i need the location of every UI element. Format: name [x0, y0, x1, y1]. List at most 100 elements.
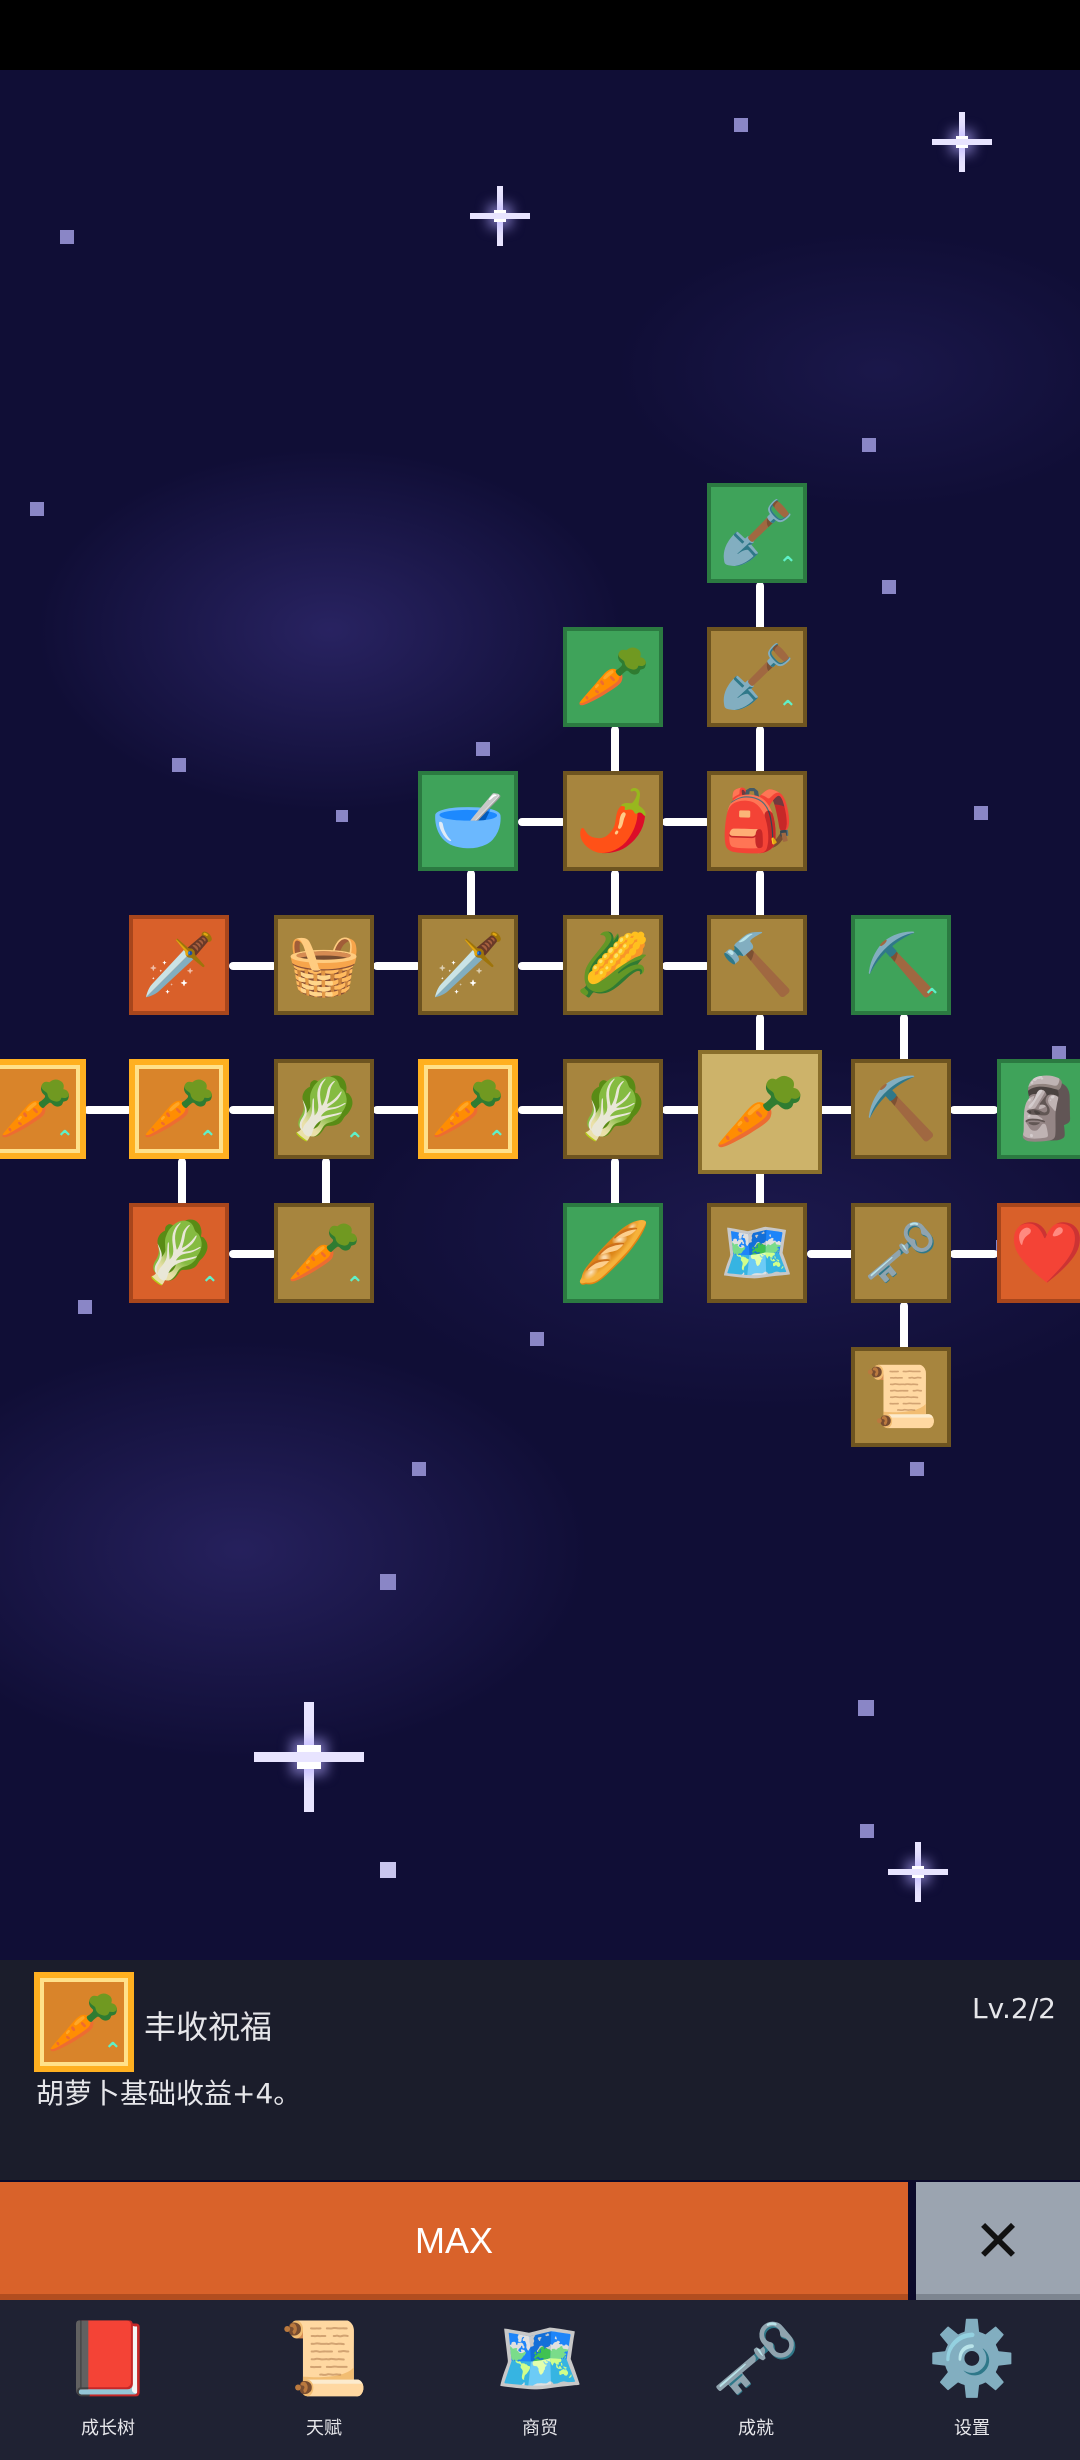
- skill-title: 丰收祝福: [144, 2008, 273, 2046]
- skill-node-sword[interactable]: 🗡️: [418, 915, 518, 1015]
- tree-link: [229, 1106, 277, 1114]
- upgrade-arrow-icon: ⌃: [487, 1127, 506, 1152]
- skill-node-shovel-2[interactable]: 🪏 ⌃: [707, 627, 807, 727]
- map-icon: 🗺️: [495, 2316, 585, 2400]
- nav-item-talent[interactable]: 📜 天赋: [216, 2300, 432, 2460]
- star: [30, 502, 44, 516]
- skill-node-sword-red[interactable]: 🗡️: [129, 915, 229, 1015]
- star: [910, 1462, 924, 1476]
- skill-level: Lv.2/2: [972, 1992, 1056, 2025]
- skill-node-radish[interactable]: 🥕: [563, 627, 663, 727]
- skill-node-basket[interactable]: 🧺: [274, 915, 374, 1015]
- star: [860, 1824, 874, 1838]
- star: [412, 1462, 426, 1476]
- bowl-icon: 🥣: [430, 786, 506, 856]
- upgrade-arrow-icon: ⌃: [778, 697, 797, 722]
- nav-label: 设置: [954, 2418, 990, 2439]
- star: [380, 1574, 396, 1590]
- skill-info-panel: 🥕 ⌃ 丰收祝福 Lv.2/2 胡萝卜基础收益+4。: [0, 1960, 1080, 2180]
- skill-node-parsnip[interactable]: 🥖: [563, 1203, 663, 1303]
- skill-tree-canvas[interactable]: 🪏 ⌃ 🪏 ⌃ 🥕 🥣 🌶️ 🎒 🗡️ 🧺 🗡️ 🌽 🔨 ⛏️ ⌃ 🥕 ⌃ 🥕 ⌃ 🥬 ⌃ 🥕 ⌃ 🥬 🥕 ⛏️ 🗿 🥬 ⌃ 🥕 ⌃ 🥖 🗺️ 🗝…: [0, 70, 1080, 1960]
- sparkle: [888, 1842, 948, 1902]
- skill-node-carrot-2[interactable]: 🥕 ⌃: [129, 1059, 229, 1159]
- close-button[interactable]: ✕: [916, 2182, 1080, 2300]
- nav-label: 天赋: [306, 2418, 342, 2439]
- tree-link: [950, 1250, 998, 1258]
- nav-item-settings[interactable]: ⚙️ 设置: [864, 2300, 1080, 2460]
- skill-node-cabbage-red[interactable]: 🥬 ⌃: [129, 1203, 229, 1303]
- sword-icon: 🗡️: [430, 930, 506, 1000]
- skill-node-carrot-edge[interactable]: 🥕 ⌃: [0, 1059, 86, 1159]
- star: [78, 1300, 92, 1314]
- skill-node-bowl[interactable]: 🥣: [418, 771, 518, 871]
- tree-link: [229, 1250, 277, 1258]
- max-button[interactable]: MAX: [0, 2182, 908, 2300]
- nav-item-growth-tree[interactable]: 📕 成长树: [0, 2300, 216, 2460]
- key-icon: 🗝️: [863, 1218, 939, 1288]
- upgrade-arrow-icon: ⌃: [778, 553, 797, 578]
- sack-icon: 🎒: [719, 786, 795, 856]
- skill-node-map[interactable]: 🗺️: [707, 1203, 807, 1303]
- skill-description: 胡萝卜基础收益+4。: [36, 2077, 302, 2110]
- skill-node-pickaxe[interactable]: ⛏️: [851, 1059, 951, 1159]
- upgrade-arrow-icon: ⌃: [200, 1273, 219, 1298]
- skill-node-scroll[interactable]: 📜: [851, 1347, 951, 1447]
- bottom-nav: 📕 成长树 📜 天赋 🗺️ 商贸 🗝️ 成就 ⚙️ 设置: [0, 2300, 1080, 2460]
- skill-node-sack[interactable]: 🎒: [707, 771, 807, 871]
- chili-icon: 🌶️: [575, 786, 651, 856]
- star: [380, 1862, 396, 1878]
- nav-item-achievements[interactable]: 🗝️ 成就: [648, 2300, 864, 2460]
- status-bar: [0, 0, 1080, 70]
- sparkle: [254, 1702, 364, 1812]
- key-icon: 🗝️: [711, 2316, 801, 2400]
- statue-icon: 🗿: [1009, 1074, 1080, 1144]
- upgrade-arrow-icon: ⌃: [198, 1127, 217, 1152]
- sword-icon: 🗡️: [141, 930, 217, 1000]
- star: [336, 810, 348, 822]
- tree-link: [662, 962, 710, 970]
- skill-node-statue[interactable]: 🗿: [997, 1059, 1080, 1159]
- upgrade-arrow-icon: ⌃: [345, 1129, 364, 1154]
- skill-node-carrot-3[interactable]: 🥕 ⌃: [418, 1059, 518, 1159]
- map-icon: 🗺️: [719, 1218, 795, 1288]
- nav-label: 成就: [738, 2418, 774, 2439]
- star: [172, 758, 186, 772]
- tree-link: [84, 1106, 132, 1114]
- nav-label: 成长树: [81, 2418, 135, 2439]
- book-icon: 📕: [63, 2316, 153, 2400]
- skill-node-carrot-low[interactable]: 🥕 ⌃: [274, 1203, 374, 1303]
- sparkle: [470, 186, 530, 246]
- tree-link: [518, 818, 566, 826]
- star: [862, 438, 876, 452]
- upgrade-arrow-icon: ⌃: [55, 1127, 74, 1152]
- basket-icon: 🧺: [286, 930, 362, 1000]
- scroll-icon: 📜: [863, 1362, 939, 1432]
- upgrade-arrow-icon: ⌃: [345, 1273, 364, 1298]
- tree-link: [229, 962, 277, 970]
- skill-node-cabbage-2[interactable]: 🥬: [563, 1059, 663, 1159]
- skill-node-carrot-center[interactable]: 🥕: [698, 1050, 822, 1174]
- star: [530, 1332, 544, 1346]
- skill-node-hoe[interactable]: 🔨: [707, 915, 807, 1015]
- skill-node-key[interactable]: 🗝️: [851, 1203, 951, 1303]
- star: [974, 806, 988, 820]
- radish-icon: 🥕: [575, 642, 651, 712]
- hoe-icon: 🔨: [719, 930, 795, 1000]
- nav-item-trade[interactable]: 🗺️ 商贸: [432, 2300, 648, 2460]
- skill-node-pickaxe-green[interactable]: ⛏️ ⌃: [851, 915, 951, 1015]
- skill-node-heart[interactable]: ❤️: [997, 1203, 1080, 1303]
- upgrade-arrow-icon: ⌃: [103, 2039, 122, 2064]
- tree-link: [950, 1106, 998, 1114]
- tree-link: [807, 1250, 855, 1258]
- star: [60, 230, 74, 244]
- skill-node-shovel-top[interactable]: 🪏 ⌃: [707, 483, 807, 583]
- carrot-icon: 🥕: [713, 1069, 807, 1155]
- tree-link: [373, 1106, 421, 1114]
- close-icon: ✕: [973, 2207, 1023, 2275]
- tree-link: [373, 962, 421, 970]
- skill-node-corn[interactable]: 🌽: [563, 915, 663, 1015]
- star: [858, 1700, 874, 1716]
- skill-node-chili[interactable]: 🌶️: [563, 771, 663, 871]
- skill-node-cabbage-1[interactable]: 🥬 ⌃: [274, 1059, 374, 1159]
- scroll-icon: 📜: [279, 2316, 369, 2400]
